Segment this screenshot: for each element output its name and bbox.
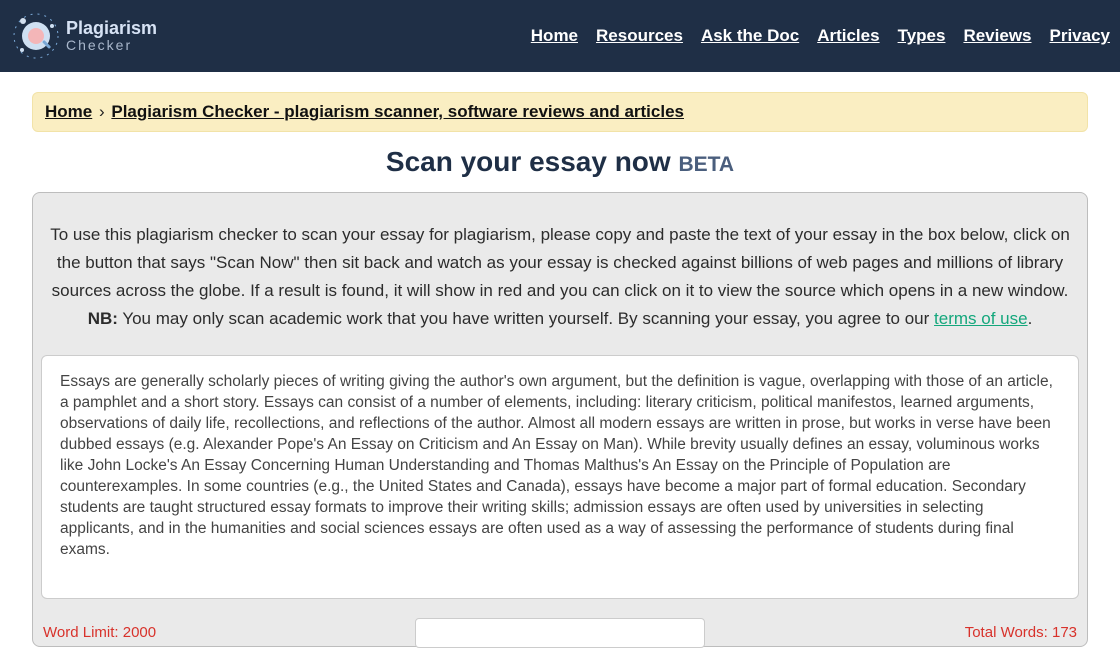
header: Plagiarism Checker Home Resources Ask th… [0, 0, 1120, 72]
word-limit: Word Limit: 2000 [43, 624, 156, 641]
instructions: To use this plagiarism checker to scan y… [41, 201, 1079, 355]
title-main: Scan your essay now [386, 146, 679, 177]
breadcrumb-home[interactable]: Home [45, 102, 92, 121]
logo[interactable]: Plagiarism Checker [12, 12, 157, 60]
breadcrumb-separator: › [97, 102, 107, 121]
page-title: Scan your essay now BETA [32, 146, 1088, 178]
nav-reviews[interactable]: Reviews [963, 26, 1031, 46]
nav-articles[interactable]: Articles [817, 26, 879, 46]
captcha-box[interactable] [415, 618, 705, 648]
logo-text-top: Plagiarism [66, 19, 157, 38]
nav-types[interactable]: Types [898, 26, 946, 46]
logo-text: Plagiarism Checker [66, 19, 157, 53]
main-nav: Home Resources Ask the Doc Articles Type… [531, 26, 1110, 46]
nav-home[interactable]: Home [531, 26, 578, 46]
logo-text-bottom: Checker [66, 38, 157, 53]
breadcrumb-current[interactable]: Plagiarism Checker - plagiarism scanner,… [111, 102, 684, 121]
nb-text: You may only scan academic work that you… [118, 309, 934, 328]
nav-privacy[interactable]: Privacy [1050, 26, 1111, 46]
nav-ask-the-doc[interactable]: Ask the Doc [701, 26, 799, 46]
scanner-panel: To use this plagiarism checker to scan y… [32, 192, 1088, 647]
instructions-body: To use this plagiarism checker to scan y… [50, 225, 1070, 300]
nb-label: NB: [88, 309, 118, 328]
total-words: Total Words: 173 [965, 624, 1077, 641]
instructions-tail: . [1028, 309, 1033, 328]
panel-footer: Word Limit: 2000 Total Words: 173 [41, 604, 1079, 646]
essay-input[interactable] [41, 355, 1079, 599]
breadcrumb: Home › Plagiarism Checker - plagiarism s… [32, 92, 1088, 132]
title-beta-badge: BETA [678, 153, 734, 176]
terms-of-use-link[interactable]: terms of use [934, 309, 1028, 328]
nav-resources[interactable]: Resources [596, 26, 683, 46]
logo-icon [12, 12, 60, 60]
